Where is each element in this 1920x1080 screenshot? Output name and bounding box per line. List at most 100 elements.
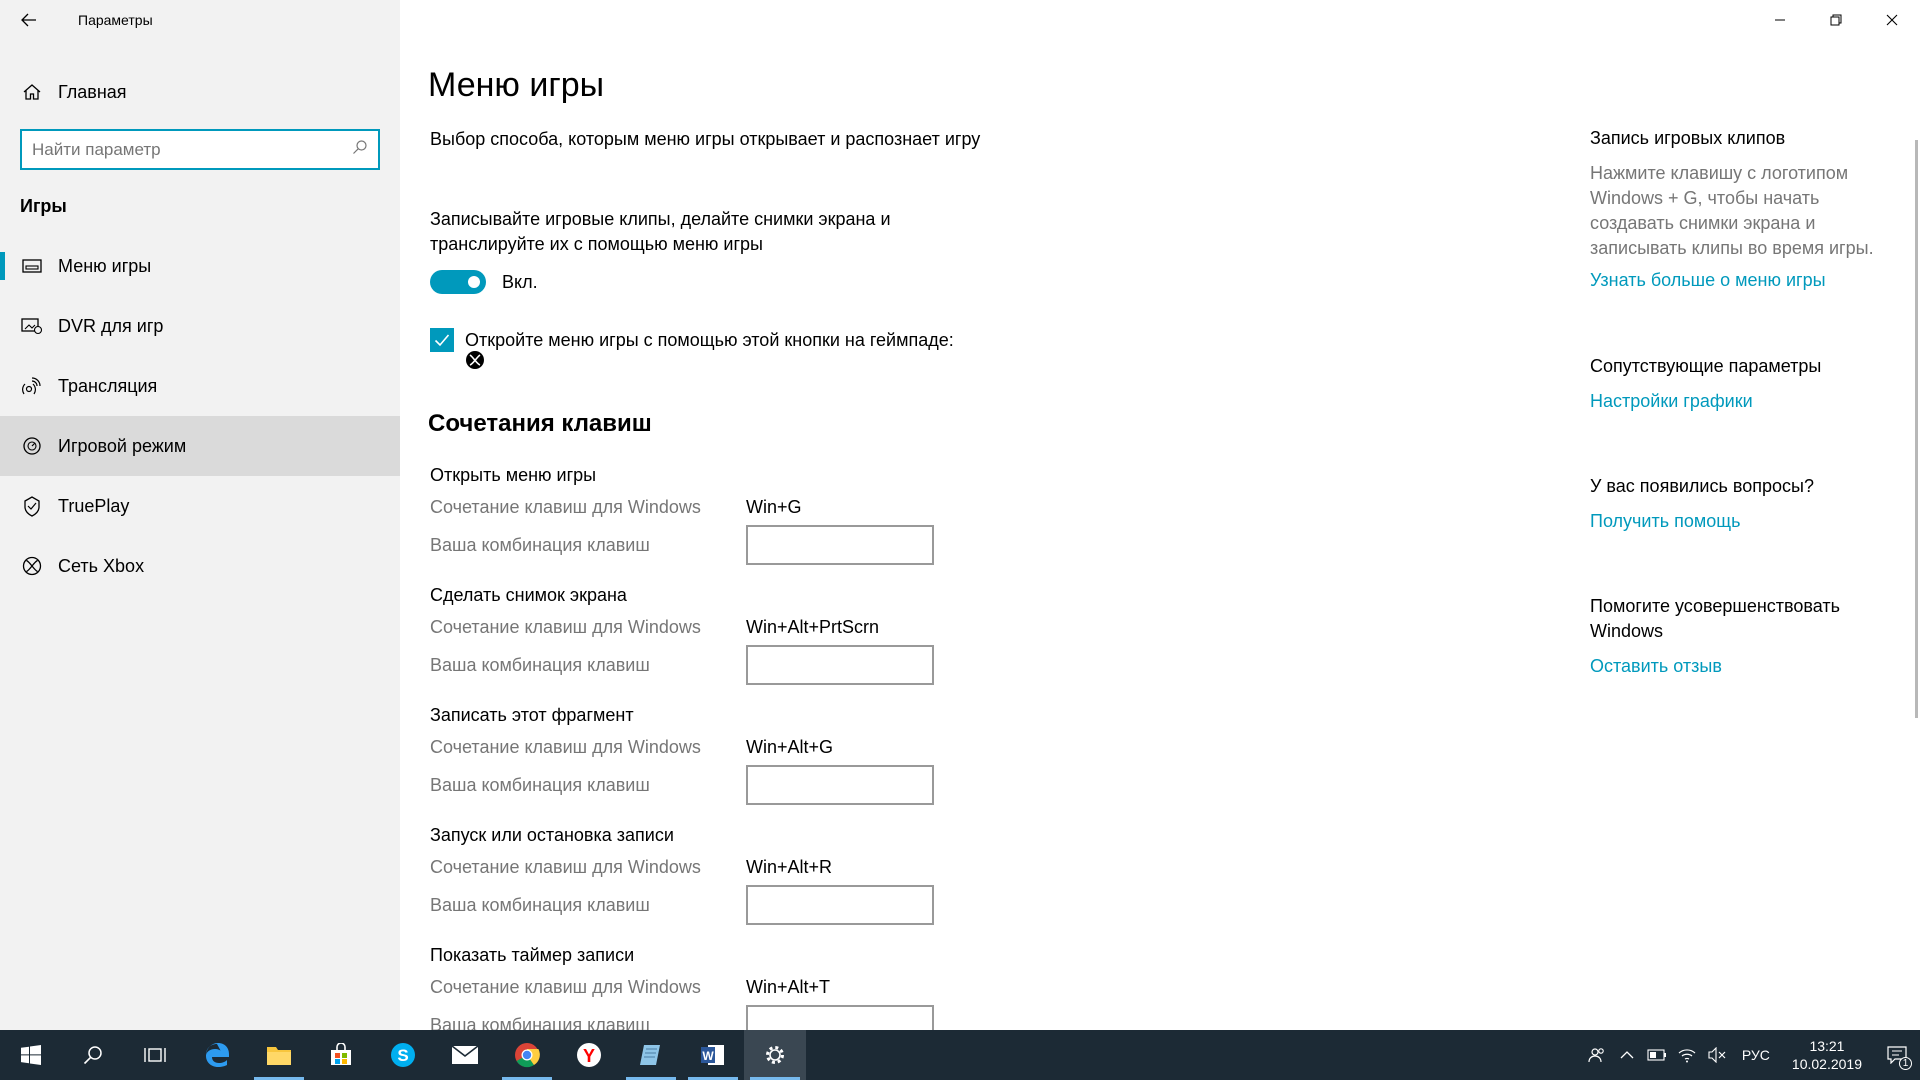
- clips-text: Нажмите клавишу с логотипом Windows + G,…: [1590, 163, 1874, 258]
- gear-icon: [766, 1046, 784, 1064]
- windows-shortcut-label: Сочетание клавиш для Windows: [430, 496, 701, 517]
- clock[interactable]: 13:21 10.02.2019: [1780, 1037, 1874, 1073]
- system-tray: РУС 13:21 10.02.2019 1: [1582, 1030, 1920, 1080]
- broadcast-icon: [20, 374, 44, 398]
- shortcut-screenshot: Сделать снимок экрана Сочетание клавиш д…: [430, 585, 1030, 687]
- windows-shortcut-label: Сочетание клавиш для Windows: [430, 616, 701, 637]
- toggle-state-label: Вкл.: [502, 271, 538, 292]
- clips-info: Запись игровых клипов Нажмите клавишу с …: [1590, 126, 1890, 293]
- chrome-icon: [515, 1043, 540, 1068]
- custom-shortcut-input[interactable]: [746, 885, 934, 925]
- custom-shortcut-input[interactable]: [746, 765, 934, 805]
- learn-more-link[interactable]: Узнать больше о меню игры: [1590, 268, 1890, 293]
- search-box[interactable]: [20, 129, 380, 170]
- get-help-link[interactable]: Получить помощь: [1590, 509, 1890, 534]
- sidebar-item-broadcast[interactable]: Трансляция: [0, 356, 400, 416]
- improve-heading: Помогите усовершенствовать Windows: [1590, 596, 1841, 641]
- restore-icon: [1830, 14, 1842, 26]
- store-button[interactable]: [310, 1030, 372, 1080]
- sidebar-item-game-mode[interactable]: Игровой режим: [0, 416, 400, 476]
- windows-shortcut-label: Сочетание клавиш для Windows: [430, 856, 701, 877]
- notification-count: 1: [1899, 1057, 1912, 1070]
- shortcut-start-stop-recording: Запуск или остановка записи Сочетание кл…: [430, 825, 1030, 927]
- close-button[interactable]: [1864, 0, 1920, 40]
- sidebar-item-label: DVR для игр: [58, 315, 164, 336]
- related-settings: Сопутствующие параметры Настройки график…: [1590, 354, 1890, 414]
- windows-shortcut-label: Сочетание клавиш для Windows: [430, 976, 701, 997]
- word-icon: W: [701, 1045, 724, 1065]
- game-bar-toggle[interactable]: [430, 270, 486, 294]
- minimize-button[interactable]: [1752, 0, 1808, 40]
- search-taskbar-button[interactable]: [62, 1030, 124, 1080]
- custom-shortcut-input[interactable]: [746, 525, 934, 565]
- shortcut-recording-timer: Показать таймер записи Сочетание клавиш …: [430, 945, 1030, 1030]
- back-arrow-icon: [21, 13, 36, 27]
- volume-muted-icon[interactable]: [1702, 1030, 1732, 1080]
- svg-text:Y: Y: [583, 1046, 595, 1066]
- trueplay-icon: [20, 494, 44, 518]
- main-content: Меню игры Выбор способа, которым меню иг…: [400, 0, 1920, 1030]
- chevron-up-icon[interactable]: [1612, 1030, 1642, 1080]
- help-section: У вас появились вопросы? Получить помощь: [1590, 474, 1890, 534]
- settings-button[interactable]: [744, 1030, 806, 1080]
- feedback-section: Помогите усовершенствовать Windows Остав…: [1590, 594, 1890, 679]
- minimize-icon: [1775, 19, 1785, 21]
- word-button[interactable]: W: [682, 1030, 744, 1080]
- yandex-icon: Y: [577, 1043, 601, 1067]
- yandex-button[interactable]: Y: [558, 1030, 620, 1080]
- give-feedback-link[interactable]: Оставить отзыв: [1590, 654, 1890, 679]
- skype-button[interactable]: S: [372, 1030, 434, 1080]
- close-icon: [1886, 14, 1898, 26]
- custom-shortcut-label: Ваша комбинация клавиш: [430, 654, 650, 675]
- folder-icon: [267, 1047, 291, 1065]
- shortcut-title: Показать таймер записи: [430, 945, 635, 965]
- window-controls: [1752, 0, 1920, 40]
- battery-icon[interactable]: [1642, 1030, 1672, 1080]
- custom-shortcut-input[interactable]: [746, 1005, 934, 1030]
- restore-button[interactable]: [1808, 0, 1864, 40]
- start-button[interactable]: [0, 1030, 62, 1080]
- gamepad-checkbox-row: Откройте меню игры с помощью этой кнопки…: [430, 328, 954, 352]
- shortcut-open-game-bar: Открыть меню игры Сочетание клавиш для W…: [430, 465, 1030, 567]
- custom-shortcut-input[interactable]: [746, 645, 934, 685]
- store-icon: [331, 1043, 351, 1065]
- sidebar-item-xbox-network[interactable]: Сеть Xbox: [0, 536, 400, 596]
- related-heading: Сопутствующие параметры: [1590, 356, 1822, 376]
- wifi-icon[interactable]: [1672, 1030, 1702, 1080]
- gamepad-checkbox[interactable]: [430, 328, 454, 352]
- scrollbar[interactable]: [1915, 140, 1918, 718]
- clock-date: 10.02.2019: [1791, 1056, 1862, 1072]
- clips-heading: Запись игровых клипов: [1590, 128, 1786, 148]
- app-title: Параметры: [78, 12, 153, 28]
- nav-list: Меню игры DVR для игр Трансляция Игровой…: [0, 236, 400, 596]
- section-heading: Игры: [20, 196, 67, 216]
- custom-shortcut-label: Ваша комбинация клавиш: [430, 894, 650, 915]
- people-icon[interactable]: [1582, 1030, 1612, 1080]
- input-language[interactable]: РУС: [1732, 1047, 1780, 1063]
- file-explorer-button[interactable]: [248, 1030, 310, 1080]
- edge-button[interactable]: [186, 1030, 248, 1080]
- sidebar-item-game-bar[interactable]: Меню игры: [0, 236, 400, 296]
- windows-shortcut-value: Win+Alt+R: [746, 856, 833, 877]
- game-bar-toggle-row: Вкл.: [430, 270, 538, 294]
- back-button[interactable]: [0, 0, 58, 40]
- task-view-button[interactable]: [124, 1030, 186, 1080]
- chrome-button[interactable]: [496, 1030, 558, 1080]
- svg-text:S: S: [397, 1046, 408, 1065]
- nav-home[interactable]: Главная: [0, 72, 400, 112]
- mail-icon: [451, 1045, 479, 1064]
- sidebar-item-dvr[interactable]: DVR для игр: [0, 296, 400, 356]
- action-center-button[interactable]: 1: [1874, 1030, 1920, 1080]
- game-bar-icon: [20, 254, 44, 278]
- search-input[interactable]: [32, 139, 352, 160]
- sidebar-item-trueplay[interactable]: TruePlay: [0, 476, 400, 536]
- svg-text:W: W: [702, 1049, 714, 1063]
- mail-button[interactable]: [434, 1030, 496, 1080]
- search-icon[interactable]: [352, 139, 368, 160]
- notepad-button[interactable]: [620, 1030, 682, 1080]
- task-view-icon: [144, 1048, 166, 1062]
- taskbar: S Y W РУС 13:21 10.02.2019 1: [0, 1030, 1920, 1080]
- graphics-settings-link[interactable]: Настройки графики: [1590, 389, 1890, 414]
- xbox-button-icon: [465, 350, 485, 375]
- clock-time: 13:21: [1809, 1038, 1845, 1054]
